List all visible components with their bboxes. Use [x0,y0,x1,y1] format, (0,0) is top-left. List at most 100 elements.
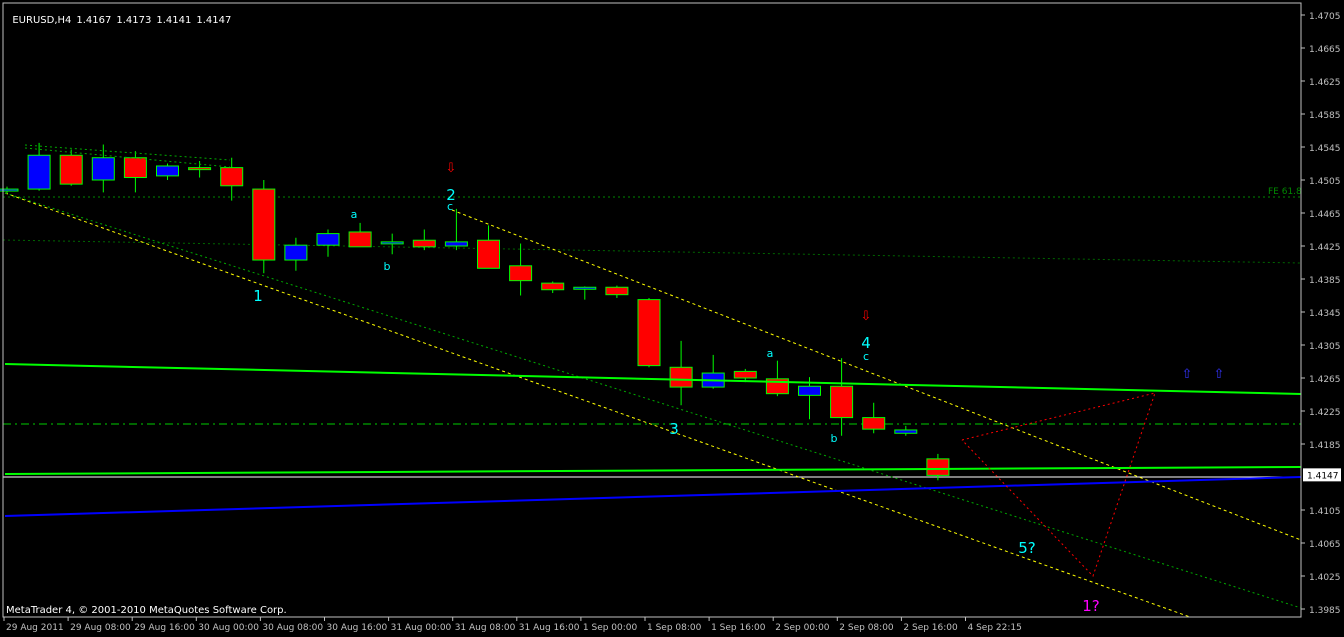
candle [541,281,565,294]
y-tick-label: 1.4545 [1309,144,1341,154]
candle [123,151,147,193]
candle [765,360,789,397]
x-tick-label: 30 Aug 00:00 [198,623,259,633]
candle [348,222,372,248]
x-tick-label: 31 Aug 00:00 [391,623,452,633]
candle [59,149,83,186]
candle-body [156,165,179,177]
y-tick-label: 1.4505 [1309,177,1341,187]
y-tick-label: 1.4465 [1309,210,1341,220]
x-tick-label: 1 Sep 16:00 [711,623,766,633]
x-tick-label: 31 Aug 08:00 [455,623,516,633]
dotted-green-line [2,239,1302,264]
wave-label: 5? [1018,539,1036,557]
wave-label: a [351,208,358,221]
candle-body [380,241,404,245]
x-tick-label: 4 Sep 22:15 [968,623,1022,633]
candle [156,163,179,180]
down-arrow-icon: ⇩ [861,309,872,324]
y-tick-label: 1.3985 [1309,606,1341,616]
x-tick-label: 2 Sep 00:00 [775,623,830,633]
candle [926,453,950,481]
candle [573,286,597,300]
x-tick-label: 1 Sep 08:00 [647,623,702,633]
candle [252,180,276,274]
y-tick-label: 1.4705 [1309,12,1341,22]
price-chart[interactable]: FE 61.8 12cab3ab4c5?1?⇩⇩⇧ ⇧ 1.47051.46651… [0,0,1344,637]
y-tick-label: 1.4065 [1309,540,1341,550]
y-tick-label: 1.4305 [1309,342,1341,352]
candle-body [798,385,821,396]
x-tick-label: 30 Aug 16:00 [327,623,388,633]
y-tick-label: 1.4665 [1309,45,1341,55]
support-trendline [4,466,1302,475]
y-tick-label: 1.4625 [1309,78,1341,88]
channel-mid-line [4,192,1302,609]
wave-label: b [831,432,838,445]
candle-body [284,244,308,261]
resistance-trendline [4,363,1302,395]
current-price-label: 1.4147 [1307,471,1339,481]
candle-body [316,233,340,246]
candle-body [637,299,661,367]
overlays [4,144,1302,618]
candle [477,225,500,269]
x-tick-label: 30 Aug 08:00 [262,623,323,633]
x-tick-label: 29 Aug 16:00 [134,623,195,633]
wave-label: c [863,350,869,363]
candle-body [444,241,468,247]
x-tick-label: 1 Sep 00:00 [583,623,638,633]
up-arrow-icon: ⇧ [1182,367,1193,382]
candle-body [91,157,115,181]
wave-label: 1 [253,287,263,305]
y-tick-label: 1.4105 [1309,507,1341,517]
candle-body [59,154,83,185]
candle-body [27,154,51,190]
y-tick-label: 1.4025 [1309,573,1341,583]
candle-body [830,385,854,419]
candle [669,340,693,406]
axes: 1.4705 1.4665 1.4625 1.4585 1.4545 1.4505 1.44… [2,2,1341,633]
candle [605,285,629,298]
candle [637,297,661,368]
candle-body [894,429,918,434]
candle-body [573,286,597,290]
candle [220,157,244,201]
candle [862,402,886,434]
x-tick-label: 29 Aug 08:00 [70,623,131,633]
wave-label: 3 [669,420,679,438]
fibo-label: FE 61.8 [1268,187,1302,197]
candle-body [348,231,372,248]
wave-label: a [767,347,774,360]
candle [701,354,725,389]
y-tick-label: 1.4225 [1309,408,1341,418]
y-tick-label: 1.4185 [1309,441,1341,451]
candle [380,233,404,255]
y-tick-label: 1.4585 [1309,111,1341,121]
candle [188,161,212,178]
candle-body [669,366,693,388]
candle-body [188,167,212,171]
x-tick-label: 2 Sep 16:00 [903,623,958,633]
candle [509,243,533,296]
candle [894,425,918,436]
x-tick-label: 29 Aug 2011 [6,623,64,633]
candle-body [252,188,276,261]
y-tick-label: 1.4385 [1309,276,1341,286]
x-tick-label: 2 Sep 08:00 [839,623,894,633]
candle-body [605,286,629,296]
down-arrow-icon: ⇩ [446,161,457,176]
candle-body [220,167,244,187]
copyright-text: MetaTrader 4, © 2001-2010 MetaQuotes Sof… [6,605,287,616]
y-tick-label: 1.4265 [1309,375,1341,385]
candle-body [477,239,500,269]
candle-body [509,265,533,282]
candle-body [541,282,565,291]
candle-body [926,458,950,476]
candle-body [733,370,757,379]
y-tick-label: 1.4345 [1309,309,1341,319]
candle-body [123,157,147,179]
x-tick-label: 31 Aug 16:00 [519,623,580,633]
candle-body [862,417,886,430]
wave-label: 1? [1082,597,1100,615]
